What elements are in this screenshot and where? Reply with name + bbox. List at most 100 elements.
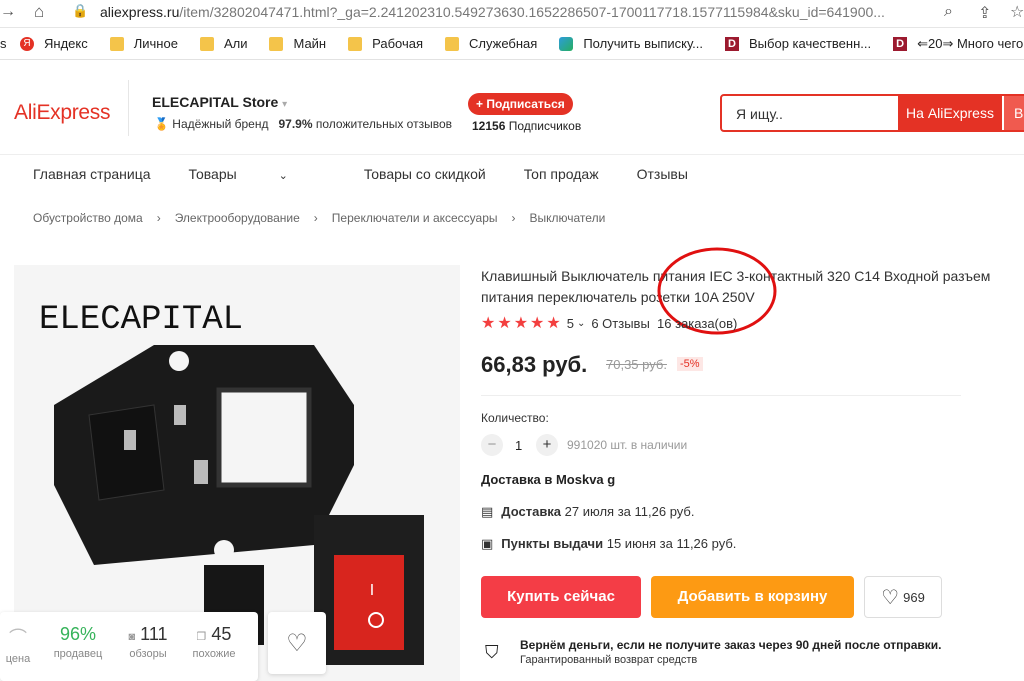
divider: [128, 80, 129, 136]
nav-reviews[interactable]: Отзывы: [637, 166, 688, 182]
bookmark-vypiska[interactable]: Получить выписку...: [559, 36, 703, 51]
search-icon[interactable]: ⌕: [944, 3, 953, 21]
star-icon: ★: [481, 315, 496, 332]
store-rating: 🏅 Надёжный бренд 97.9% положительных отз…: [154, 117, 452, 131]
quantity-plus-button[interactable]: +: [536, 434, 558, 456]
wishlist-button[interactable]: ♡ 969: [864, 576, 942, 618]
heart-icon: ♡: [286, 629, 308, 657]
buy-now-button[interactable]: Купить сейчас: [481, 576, 641, 618]
lock-icon[interactable]: 🔒: [72, 3, 88, 19]
bookmark-vybor[interactable]: D Выбор качественн...: [725, 36, 871, 51]
orders-count: 16 заказа(ов): [657, 315, 738, 331]
chevron-down-icon: ⌄: [576, 317, 586, 329]
subscribers: 12156 Подписчиков: [472, 119, 581, 133]
bookmarks-overflow[interactable]: s: [0, 36, 7, 51]
chevron-right-icon: ›: [313, 211, 318, 225]
pin: [174, 405, 186, 425]
iec-inlet: [88, 404, 165, 501]
nav-home[interactable]: Главная страница: [33, 166, 151, 182]
d-icon: D: [893, 36, 908, 51]
rating-row: ★ ★ ★ ★ ★ 5 ⌄ 6 Отзывы 16 заказа(ов): [481, 313, 737, 333]
product-stats: ⌒ цена 96% продавец ◙ 111 обзоры ❐ 45 похожи…: [0, 612, 258, 681]
stat-price[interactable]: ⌒ цена: [0, 624, 48, 665]
leaf-icon: [559, 36, 574, 51]
bookmark-main[interactable]: Майн: [269, 36, 326, 51]
price-trend-icon: ⌒: [9, 628, 27, 648]
trusted-brand: Надёжный бренд: [172, 117, 269, 131]
bookmark-label: Выбор качественн...: [749, 36, 872, 51]
bookmark-yandex[interactable]: Я Яндекс: [20, 36, 88, 51]
heart-icon: ♡: [881, 586, 900, 609]
mount-hole: [214, 540, 234, 560]
search-box: Я ищу.. На AliExpress В: [720, 94, 1024, 132]
delivery-courier-label: Доставка: [501, 504, 562, 519]
bookmark-label: Рабочая: [372, 36, 424, 51]
folder-icon: [269, 36, 284, 51]
breadcrumb-item[interactable]: Переключатели и аксессуары: [332, 211, 498, 225]
add-to-cart-button[interactable]: Добавить в корзину: [651, 576, 854, 618]
store-name[interactable]: ELECAPITAL Store ▾: [152, 94, 287, 110]
delivery-pickup: ▣ Пункты выдачи 15 июня за 11,26 руб.: [481, 536, 736, 552]
aliexpress-logo[interactable]: AliExpress: [14, 101, 111, 125]
d-icon: D: [725, 36, 739, 51]
folder-icon: [109, 36, 124, 51]
bookmark-ali[interactable]: Али: [199, 36, 247, 51]
forward-arrow-icon[interactable]: →: [0, 3, 16, 21]
medal-icon: 🏅: [154, 117, 169, 131]
nav-discount[interactable]: Товары со скидкой: [364, 166, 486, 182]
stat-value: 45: [211, 624, 232, 644]
chevron-right-icon: ›: [156, 211, 161, 225]
stat-label: обзоры: [129, 648, 167, 660]
delivery-courier: ▤ Доставка 27 июля за 11,26 руб.: [481, 504, 694, 520]
breadcrumb: Обустройство дома › Электрооборудование › …: [33, 211, 619, 225]
search-input[interactable]: Я ищу..: [736, 106, 783, 122]
url-field[interactable]: aliexpress.ru/item/32802047471.html?_ga=…: [100, 4, 930, 20]
bookmark-lichnoe[interactable]: Личное: [109, 36, 178, 51]
nav-top[interactable]: Топ продаж: [524, 166, 599, 182]
quantity-minus-button[interactable]: −: [481, 434, 503, 456]
breadcrumb-item[interactable]: Обустройство дома: [33, 211, 143, 225]
reviews-link[interactable]: 6 Отзывы: [591, 316, 649, 331]
red-rocker: [334, 555, 404, 650]
breadcrumb-item[interactable]: Электрооборудование: [175, 211, 300, 225]
subscribe-button[interactable]: + Подписаться: [468, 93, 573, 115]
bookmark-sluzhebnaya[interactable]: Служебная: [445, 36, 537, 51]
bookmark-label: ⇐20⇒ Много чего...: [917, 35, 1024, 51]
store-name-text: ELECAPITAL Store: [152, 94, 279, 110]
divider: [481, 395, 961, 396]
shield-check-icon: ⛉: [485, 642, 499, 662]
chevron-down-icon: ▾: [282, 99, 288, 110]
star-icon: ★: [546, 315, 561, 332]
stat-label: продавец: [53, 648, 103, 660]
nav-products[interactable]: Товары ⌄: [189, 166, 326, 182]
mount-hole: [169, 351, 189, 371]
bookmark-label: Личное: [133, 36, 178, 51]
quantity-value[interactable]: 1: [515, 438, 522, 453]
stat-label: цена: [5, 653, 31, 665]
bookmarks-bar: s Я Яндекс Личное Али Майн Рабочая Служеб…: [0, 28, 1024, 60]
discount-badge: -5%: [677, 357, 703, 371]
wishlist-count: 969: [903, 589, 925, 605]
stat-label: похожие: [192, 648, 236, 660]
search-aliexpress-button[interactable]: На AliExpress: [898, 96, 1002, 130]
bookmark-label: Получить выписку...: [583, 36, 703, 51]
stat-reviews[interactable]: ◙ 111 обзоры: [118, 624, 178, 660]
home-icon[interactable]: ⌂: [34, 2, 44, 22]
share-icon[interactable]: ⇪: [978, 3, 991, 23]
bookmark-rabochaya[interactable]: Рабочая: [348, 36, 423, 51]
stat-seller[interactable]: 96% продавец: [48, 624, 108, 660]
breadcrumb-item[interactable]: Выключатели: [530, 211, 606, 225]
guarantee-subtitle: Гарантированный возврат средств: [520, 654, 698, 666]
bookmark-mnogo[interactable]: D ⇐20⇒ Много чего...: [893, 36, 1024, 52]
favorite-button[interactable]: ♡: [268, 612, 326, 674]
bookmark-label: Яндекс: [44, 36, 88, 51]
pin: [194, 460, 208, 484]
url-host: aliexpress.ru: [100, 4, 180, 20]
search-store-button[interactable]: В: [1004, 96, 1024, 130]
star-icon: ★: [530, 315, 545, 332]
stat-similar[interactable]: ❐ 45 похожие: [184, 624, 244, 660]
rating-value[interactable]: 5: [567, 316, 574, 331]
delivery-location[interactable]: Доставка в Moskva g: [481, 472, 615, 487]
nav-products-label: Товары: [188, 166, 237, 182]
star-icon[interactable]: ☆: [1010, 2, 1024, 22]
